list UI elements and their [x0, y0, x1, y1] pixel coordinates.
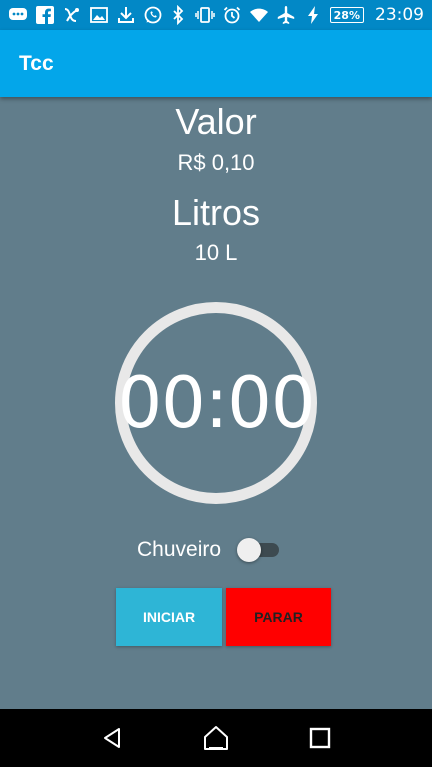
notification-icons: [8, 5, 168, 25]
chuveiro-switch-row: Chuveiro: [137, 535, 280, 565]
system-icons: 28% 23:09: [168, 5, 424, 25]
valor-value: R$ 0,10: [177, 150, 255, 175]
bluetooth-icon: [168, 5, 188, 25]
switch-label: Chuveiro: [137, 538, 222, 561]
facebook-icon: [35, 5, 55, 25]
home-icon[interactable]: [201, 723, 231, 753]
vibrate-icon: [194, 5, 215, 25]
xcode-icon: [62, 5, 82, 25]
litros-label: Litros: [171, 192, 261, 233]
app-bar: Tcc: [0, 30, 432, 97]
clock: 23:09: [375, 5, 424, 25]
litros-value: 10 L: [194, 240, 238, 265]
main-content: Valor R$ 0,10 Litros 10 L 00:00 Chuveiro…: [0, 97, 432, 709]
valor-label: Valor: [175, 101, 257, 142]
timer-ring: 00:00: [115, 302, 317, 504]
chuveiro-switch[interactable]: [237, 537, 280, 563]
alarm-icon: [222, 5, 242, 25]
back-icon[interactable]: [97, 723, 127, 753]
wifi-icon: [249, 5, 269, 25]
navigation-bar: [0, 709, 432, 767]
charging-icon: [303, 5, 323, 25]
battery-icon: 28%: [329, 7, 364, 23]
start-button[interactable]: INICIAR: [116, 588, 222, 646]
whatsapp-icon: [143, 5, 163, 25]
download-icon: [116, 5, 136, 25]
chat-icon: [8, 5, 28, 25]
switch-thumb: [237, 538, 262, 562]
status-bar: 28% 23:09: [0, 0, 432, 30]
timer-display: 00:00: [117, 362, 316, 444]
app-title: Tcc: [19, 51, 54, 75]
recents-icon[interactable]: [305, 723, 335, 753]
image-icon: [89, 5, 109, 25]
stop-button[interactable]: PARAR: [226, 588, 331, 646]
airplane-icon: [276, 5, 296, 25]
